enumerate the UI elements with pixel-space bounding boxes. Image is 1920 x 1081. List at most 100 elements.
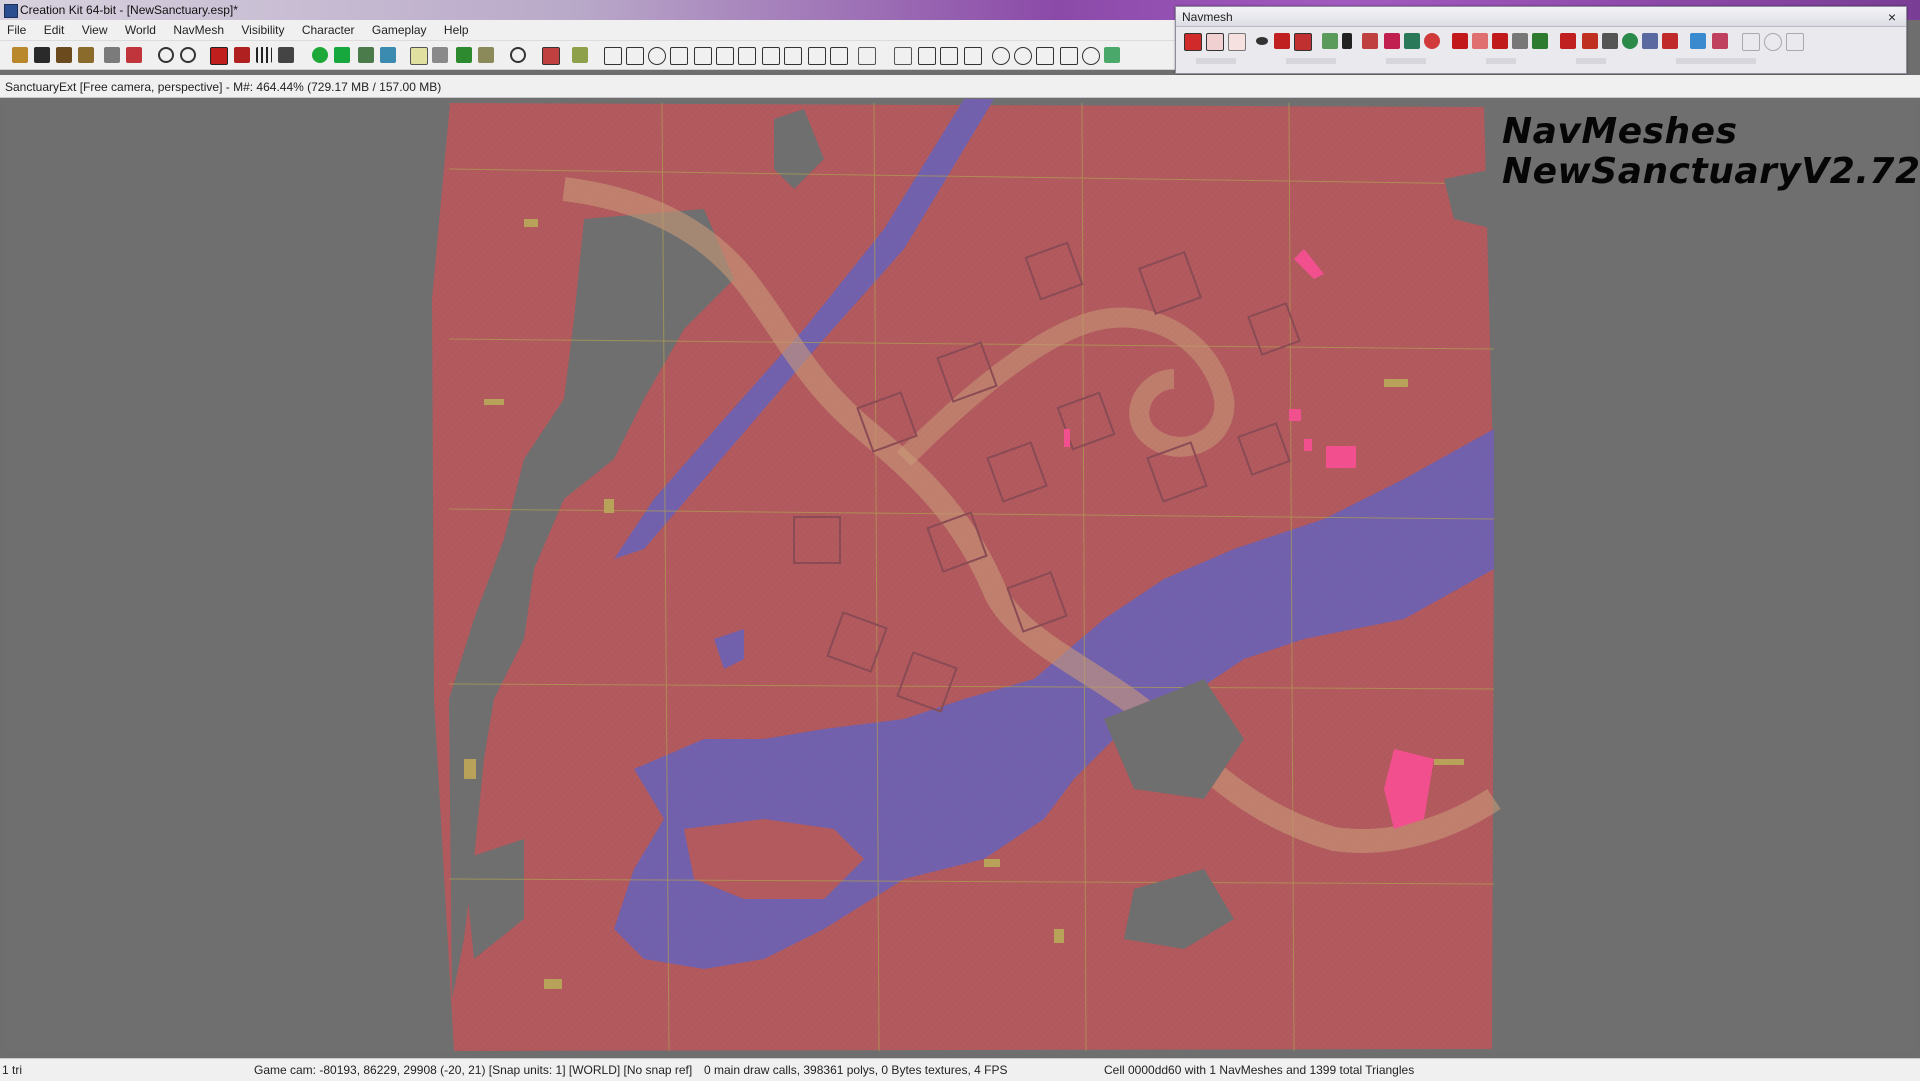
undo-icon[interactable] bbox=[158, 47, 174, 63]
toolbar-icon-25[interactable] bbox=[626, 47, 644, 65]
save-icon[interactable] bbox=[34, 47, 50, 63]
toolbar-icon-44[interactable] bbox=[1082, 47, 1100, 65]
toolbar-icon-35[interactable] bbox=[858, 47, 876, 65]
close-icon[interactable]: × bbox=[1888, 9, 1896, 25]
rotate-icon[interactable] bbox=[1622, 33, 1638, 49]
toolbar-icon-41[interactable] bbox=[1014, 47, 1032, 65]
finalize-icon[interactable] bbox=[1322, 33, 1338, 49]
toolbar-icon-37[interactable] bbox=[918, 47, 936, 65]
eye-icon[interactable] bbox=[1256, 37, 1268, 45]
toolbar-icon-38[interactable] bbox=[940, 47, 958, 65]
menu-edit[interactable]: Edit bbox=[37, 20, 72, 37]
toolbar-icon-45[interactable] bbox=[1104, 47, 1120, 63]
toolbar-icon-24[interactable] bbox=[604, 47, 622, 65]
filter-icon[interactable] bbox=[1690, 33, 1706, 49]
marker-icon[interactable] bbox=[410, 47, 428, 65]
menu-character[interactable]: Character bbox=[295, 20, 362, 37]
tree-icon[interactable] bbox=[456, 47, 472, 63]
render-viewport[interactable]: NavMeshes NewSanctuaryV2.72 bbox=[4, 99, 1920, 1052]
overlay-title-line1: NavMeshes bbox=[1502, 111, 1738, 152]
toolbar-icon-42[interactable] bbox=[1036, 47, 1054, 65]
save-all-icon[interactable] bbox=[56, 47, 72, 63]
toolbar-icon-43[interactable] bbox=[1060, 47, 1078, 65]
redo-icon[interactable] bbox=[180, 47, 196, 63]
menu-gameplay[interactable]: Gameplay bbox=[365, 20, 434, 37]
toolbar-icon-40[interactable] bbox=[992, 47, 1010, 65]
toolbar-icon-28[interactable] bbox=[694, 47, 712, 65]
toolbar-icon-30[interactable] bbox=[738, 47, 756, 65]
tree-icon[interactable] bbox=[1532, 33, 1548, 49]
menu-view[interactable]: View bbox=[75, 20, 115, 37]
toolbar-icon-26[interactable] bbox=[648, 47, 666, 65]
room-icon[interactable] bbox=[542, 47, 560, 65]
light-icon[interactable] bbox=[432, 47, 448, 63]
terrain-icon[interactable] bbox=[334, 47, 350, 63]
menu-help[interactable]: Help bbox=[437, 20, 476, 37]
object-icon[interactable] bbox=[126, 47, 142, 63]
render-icon[interactable] bbox=[210, 47, 228, 65]
menu-bar: File Edit View World NavMesh Visibility … bbox=[0, 20, 1175, 41]
grid-icon[interactable] bbox=[256, 47, 272, 63]
load-icon[interactable] bbox=[78, 47, 94, 63]
viewport-header: SanctuaryExt [Free camera, perspective] … bbox=[0, 75, 1920, 98]
main-toolbar bbox=[0, 41, 1175, 70]
triangle-icon[interactable] bbox=[1362, 33, 1378, 49]
toolbar-icon-27[interactable] bbox=[670, 47, 688, 65]
viewport-info: SanctuaryExt [Free camera, perspective] … bbox=[5, 80, 442, 94]
sphere-icon[interactable] bbox=[312, 47, 328, 63]
camera-icon[interactable] bbox=[1294, 33, 1312, 51]
flag-icon[interactable] bbox=[1452, 33, 1468, 49]
toolbar-icon-39[interactable] bbox=[964, 47, 982, 65]
split-icon[interactable] bbox=[1602, 33, 1618, 49]
menu-visibility[interactable]: Visibility bbox=[234, 20, 291, 37]
toolbar-icon-29[interactable] bbox=[716, 47, 734, 65]
preferred-icon[interactable] bbox=[1492, 33, 1508, 49]
cover-icon[interactable] bbox=[1274, 33, 1290, 49]
select-edge-icon[interactable] bbox=[1206, 33, 1224, 51]
door-icon[interactable] bbox=[1560, 33, 1576, 49]
lighting-icon[interactable] bbox=[234, 47, 250, 63]
navmesh-window-tabs bbox=[1176, 55, 1906, 73]
sound-icon[interactable] bbox=[478, 47, 494, 63]
status-selection: 1 tri bbox=[2, 1063, 23, 1077]
water-icon[interactable] bbox=[1404, 33, 1420, 49]
app-icon bbox=[4, 4, 18, 18]
status-render: 0 main draw calls, 398361 polys, 0 Bytes… bbox=[704, 1063, 1008, 1077]
data-icon[interactable] bbox=[104, 47, 120, 63]
check-icon[interactable] bbox=[1384, 33, 1400, 49]
menu-world[interactable]: World bbox=[118, 20, 163, 37]
overlay-title-line2: NewSanctuaryV2.72 bbox=[1502, 151, 1920, 192]
refresh-icon[interactable] bbox=[1642, 33, 1658, 49]
b-icon[interactable] bbox=[1342, 33, 1352, 49]
status-cell: Cell 0000dd60 with 1 NavMeshes and 1399 … bbox=[1104, 1063, 1415, 1077]
copy-icon[interactable] bbox=[1742, 33, 1760, 51]
navmesh-render[interactable] bbox=[4, 99, 1916, 1052]
menu-navmesh[interactable]: NavMesh bbox=[166, 20, 231, 37]
select-triangle-icon[interactable] bbox=[1184, 33, 1202, 51]
select-vertex-icon[interactable] bbox=[1228, 33, 1246, 51]
landscape-icon[interactable] bbox=[358, 47, 374, 63]
circle-icon[interactable] bbox=[1764, 33, 1782, 51]
window-title: Creation Kit 64-bit - [NewSanctuary.esp]… bbox=[20, 3, 238, 17]
toolbar-icon-36[interactable] bbox=[894, 47, 912, 65]
snap-icon[interactable] bbox=[278, 47, 294, 63]
filter-icon-2[interactable] bbox=[1712, 33, 1728, 49]
bound-icon[interactable] bbox=[572, 47, 588, 63]
cover-edit-icon[interactable] bbox=[1582, 33, 1598, 49]
merge-icon[interactable] bbox=[1662, 33, 1678, 49]
sphere-icon[interactable] bbox=[1424, 33, 1440, 49]
toolbar-icon-31[interactable] bbox=[762, 47, 780, 65]
navmesh-window: Navmesh × bbox=[1175, 6, 1907, 74]
status-camera: Game cam: -80193, 86229, 29908 (-20, 21)… bbox=[254, 1063, 693, 1077]
cell-icon[interactable] bbox=[380, 47, 396, 63]
portal-icon[interactable] bbox=[510, 47, 526, 63]
ledge-icon[interactable] bbox=[1512, 33, 1528, 49]
toolbar-icon-33[interactable] bbox=[808, 47, 826, 65]
toolbar-icon-32[interactable] bbox=[784, 47, 802, 65]
toolbar-icon-34[interactable] bbox=[830, 47, 848, 65]
panel-icon[interactable] bbox=[1786, 33, 1804, 51]
open-icon[interactable] bbox=[12, 47, 28, 63]
tag-icon[interactable] bbox=[1472, 33, 1488, 49]
navmesh-toolbar bbox=[1176, 29, 1906, 55]
menu-file[interactable]: File bbox=[0, 20, 33, 37]
